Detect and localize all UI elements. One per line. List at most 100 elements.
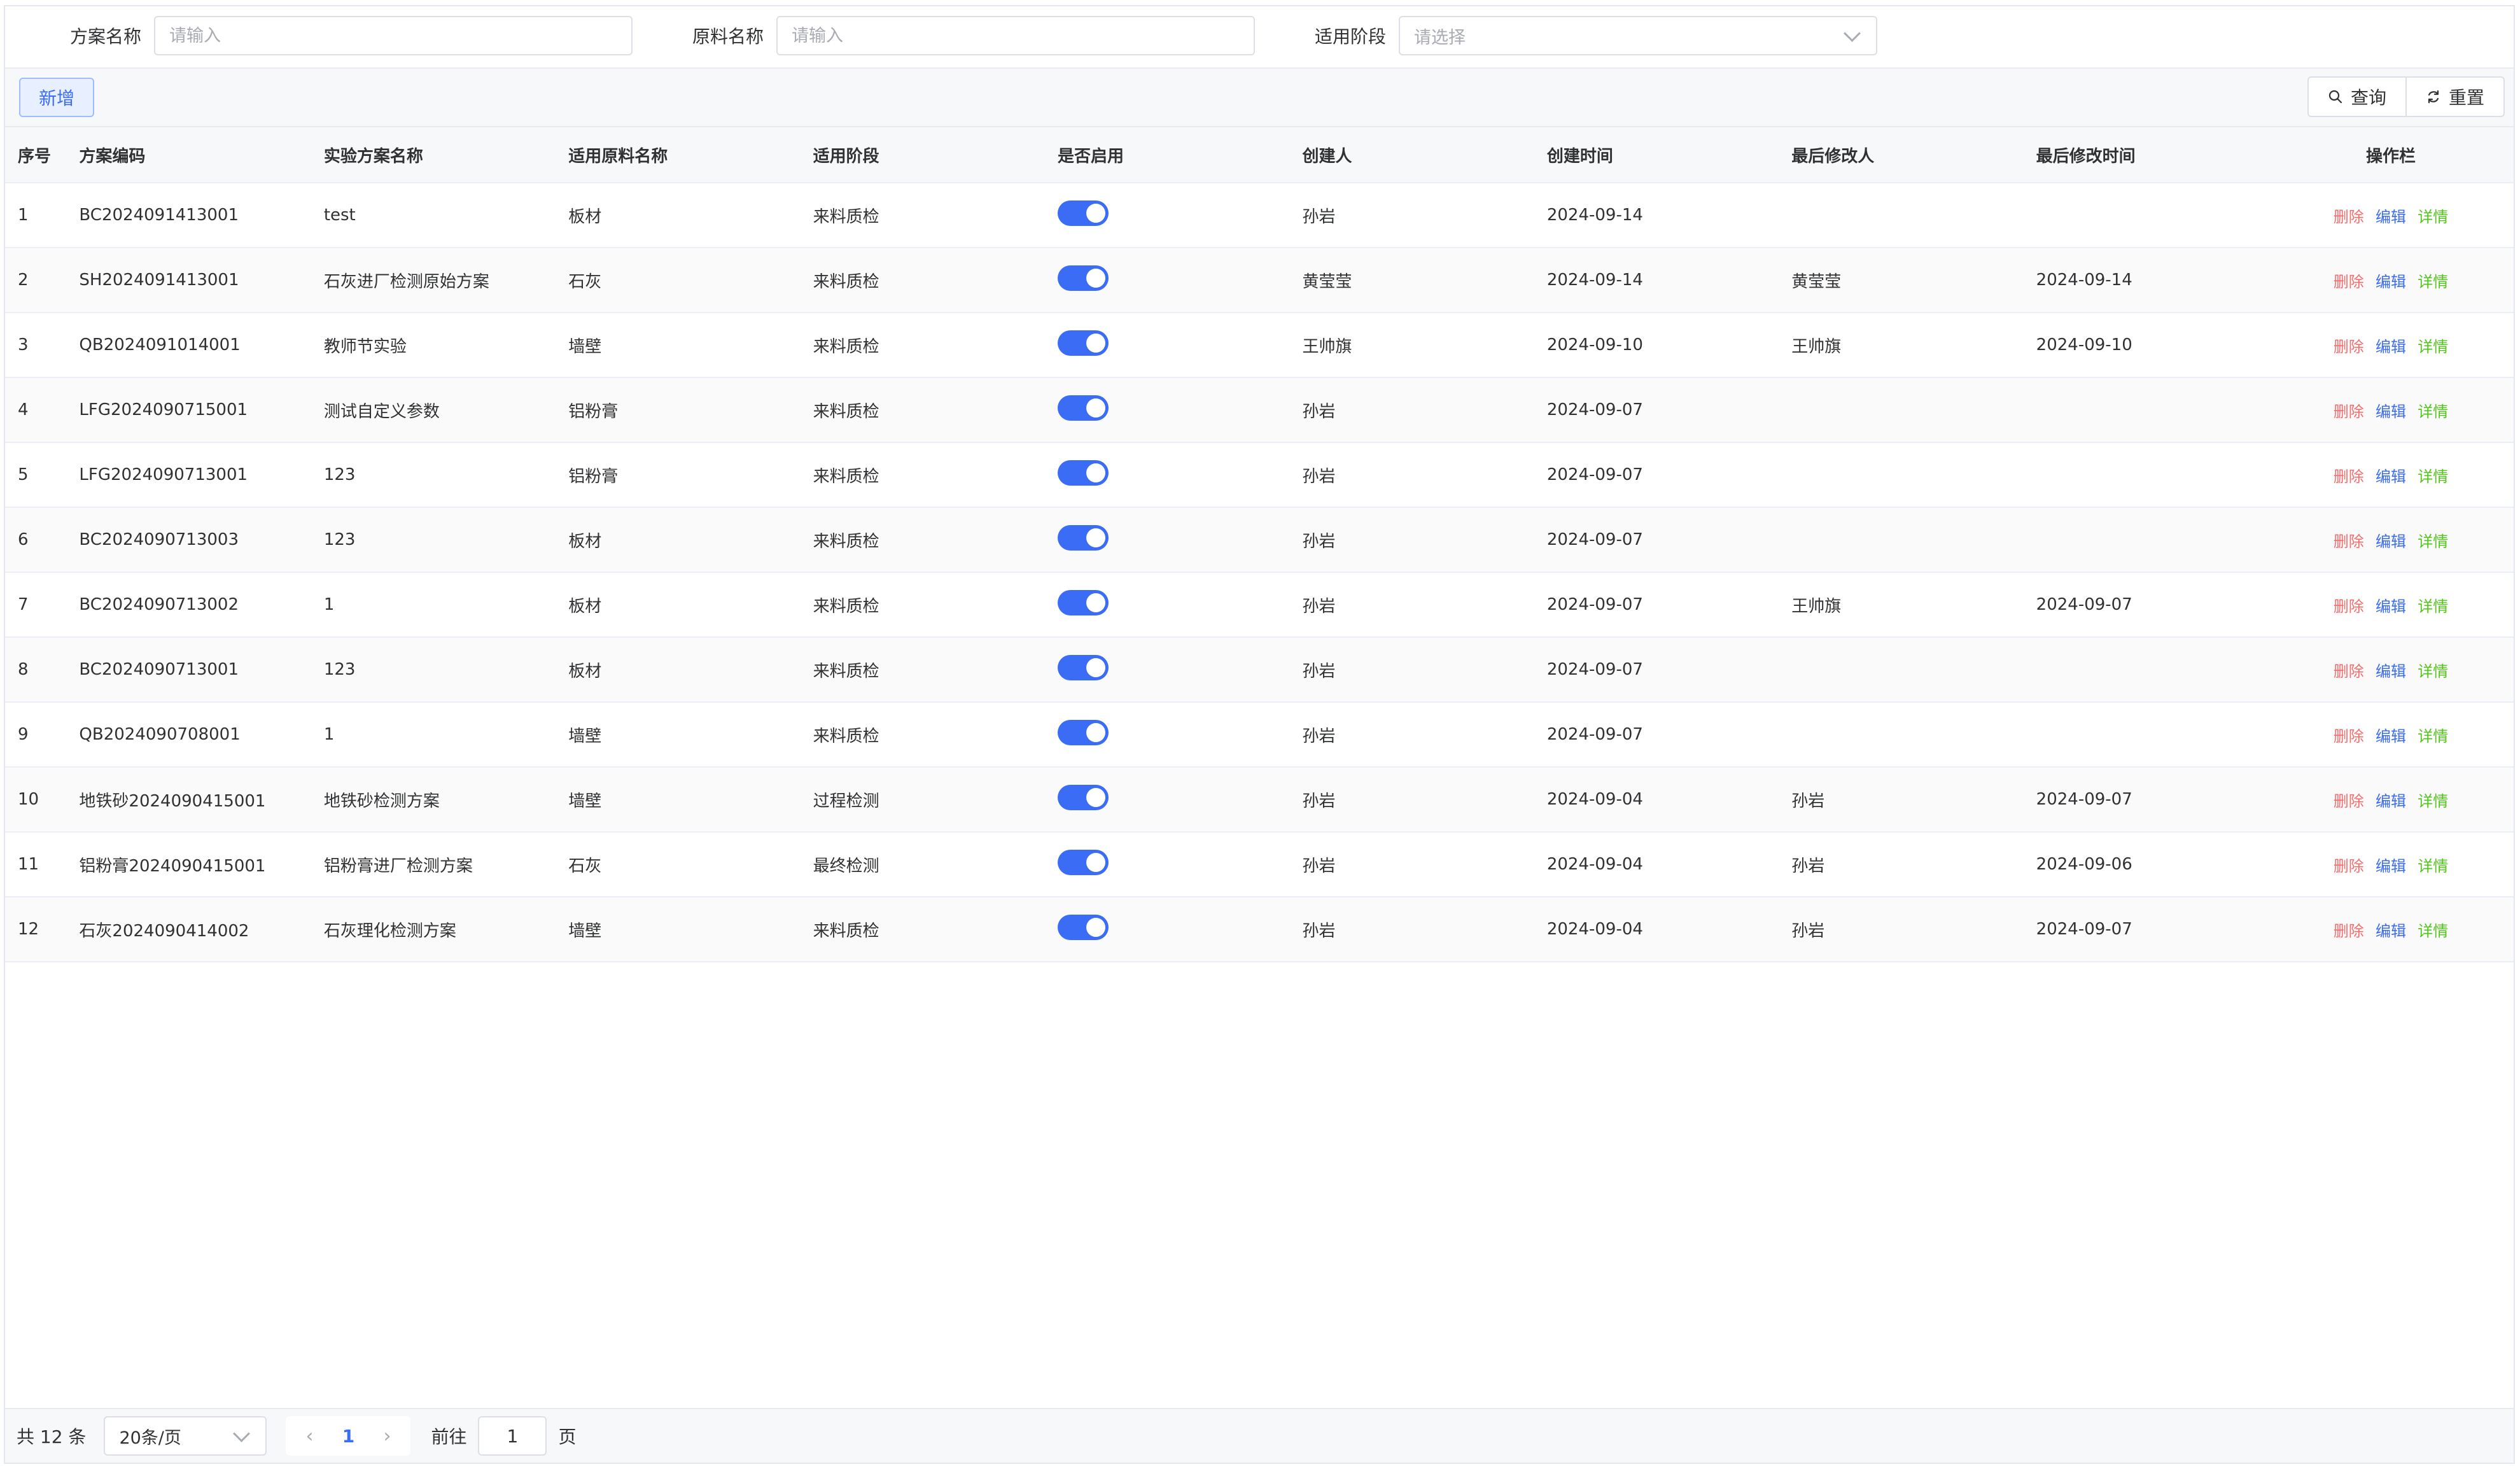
detail-link[interactable]: 详情	[2418, 663, 2448, 680]
delete-link[interactable]: 删除	[2334, 338, 2364, 356]
delete-link[interactable]: 删除	[2334, 208, 2364, 226]
detail-link[interactable]: 详情	[2418, 273, 2448, 291]
cell-created: 2024-09-07	[1546, 725, 1643, 744]
edit-link[interactable]: 编辑	[2376, 792, 2406, 810]
cell-created: 2024-09-07	[1546, 660, 1643, 679]
edit-link[interactable]: 编辑	[2376, 273, 2406, 291]
reset-button[interactable]: 重置	[2406, 76, 2505, 117]
total-count: 共 12 条	[17, 1426, 87, 1447]
enabled-switch[interactable]	[1058, 784, 1109, 810]
material-name-input[interactable]	[776, 16, 1256, 55]
cell-code: QB2024091014001	[79, 335, 241, 355]
cell-stage: 最终检测	[813, 856, 879, 876]
cell-material: 铝粉膏	[568, 402, 619, 421]
enabled-switch[interactable]	[1058, 589, 1109, 615]
cell-creator: 孙岩	[1302, 791, 1336, 811]
goto-page-input[interactable]	[478, 1416, 547, 1456]
detail-link[interactable]: 详情	[2418, 208, 2448, 226]
delete-link[interactable]: 删除	[2334, 727, 2364, 745]
query-button-label: 查询	[2350, 87, 2386, 108]
cell-modified: 2024-09-14	[2036, 271, 2132, 290]
detail-link[interactable]: 详情	[2418, 403, 2448, 421]
delete-link[interactable]: 删除	[2334, 468, 2364, 486]
cell-actions: 删除 编辑 详情	[2268, 529, 2514, 551]
enabled-switch[interactable]	[1058, 719, 1109, 745]
cell-created: 2024-09-10	[1546, 335, 1643, 355]
cell-name: 1	[323, 595, 335, 614]
detail-link[interactable]: 详情	[2418, 338, 2448, 356]
detail-link[interactable]: 详情	[2418, 468, 2448, 486]
cell-material: 石灰	[568, 856, 602, 876]
delete-link[interactable]: 删除	[2334, 533, 2364, 551]
cell-created: 2024-09-04	[1546, 855, 1643, 874]
header-index: 序号	[18, 146, 52, 166]
enabled-switch[interactable]	[1058, 200, 1109, 226]
enabled-switch[interactable]	[1058, 265, 1109, 291]
header-created: 创建时间	[1546, 146, 1613, 166]
edit-link[interactable]: 编辑	[2376, 208, 2406, 226]
edit-link[interactable]: 编辑	[2376, 338, 2406, 356]
delete-link[interactable]: 删除	[2334, 598, 2364, 615]
delete-link[interactable]: 删除	[2334, 792, 2364, 810]
cell-actions: 删除 编辑 详情	[2268, 659, 2514, 681]
cell-modified: 2024-09-06	[2036, 855, 2132, 874]
header-creator: 创建人	[1302, 146, 1352, 166]
table-body: 1 BC2024091413001 test 板材 来料质检 孙岩 2024-0…	[5, 183, 2514, 962]
page-size-select[interactable]: 20条/页	[104, 1416, 267, 1456]
detail-link[interactable]: 详情	[2418, 598, 2448, 615]
page-number-current[interactable]: 1	[325, 1426, 371, 1447]
edit-link[interactable]: 编辑	[2376, 533, 2406, 551]
delete-link[interactable]: 删除	[2334, 273, 2364, 291]
detail-link[interactable]: 详情	[2418, 857, 2448, 875]
enabled-switch[interactable]	[1058, 460, 1109, 486]
edit-link[interactable]: 编辑	[2376, 922, 2406, 940]
cell-code: 地铁砂2024090415001	[79, 791, 266, 811]
edit-link[interactable]: 编辑	[2376, 727, 2406, 745]
page-frame: 方案名称 原料名称 适用阶段 请选择 新增 查询	[4, 5, 2515, 1464]
enabled-switch[interactable]	[1058, 524, 1109, 551]
query-button[interactable]: 查询	[2307, 76, 2407, 117]
prev-page-icon[interactable]: ‹	[293, 1425, 325, 1447]
cell-created: 2024-09-14	[1546, 206, 1643, 225]
plan-name-field: 方案名称	[70, 15, 633, 56]
edit-link[interactable]: 编辑	[2376, 468, 2406, 486]
delete-link[interactable]: 删除	[2334, 922, 2364, 940]
cell-index: 1	[18, 206, 29, 225]
cell-creator: 孙岩	[1302, 207, 1336, 227]
table-row: 3 QB2024091014001 教师节实验 墙壁 来料质检 王帅旗 2024…	[5, 313, 2514, 378]
stage-select[interactable]: 请选择	[1399, 16, 1878, 55]
cell-enabled	[1045, 524, 1289, 555]
page-size-value: 20条/页	[119, 1428, 181, 1448]
edit-link[interactable]: 编辑	[2376, 403, 2406, 421]
detail-link[interactable]: 详情	[2418, 922, 2448, 940]
enabled-switch[interactable]	[1058, 330, 1109, 356]
detail-link[interactable]: 详情	[2418, 727, 2448, 745]
add-button[interactable]: 新增	[19, 78, 94, 117]
delete-link[interactable]: 删除	[2334, 663, 2364, 680]
enabled-switch[interactable]	[1058, 914, 1109, 940]
edit-link[interactable]: 编辑	[2376, 663, 2406, 680]
cell-created: 2024-09-14	[1546, 271, 1643, 290]
delete-link[interactable]: 删除	[2334, 403, 2364, 421]
cell-index: 7	[18, 595, 29, 614]
cell-material: 墙壁	[568, 791, 602, 811]
cell-actions: 删除 编辑 详情	[2268, 854, 2514, 876]
cell-stage: 过程检测	[813, 791, 879, 811]
delete-link[interactable]: 删除	[2334, 857, 2364, 875]
cell-material: 墙壁	[568, 337, 602, 356]
cell-index: 8	[18, 660, 29, 679]
cell-index: 9	[18, 725, 29, 744]
edit-link[interactable]: 编辑	[2376, 598, 2406, 615]
enabled-switch[interactable]	[1058, 654, 1109, 680]
switch-knob	[1086, 917, 1106, 937]
detail-link[interactable]: 详情	[2418, 533, 2448, 551]
enabled-switch[interactable]	[1058, 395, 1109, 421]
edit-link[interactable]: 编辑	[2376, 857, 2406, 875]
cell-enabled	[1045, 589, 1289, 620]
table-row: 11 铝粉膏2024090415001 铝粉膏进厂检测方案 石灰 最终检测 孙岩…	[5, 833, 2514, 897]
next-page-icon[interactable]: ›	[371, 1425, 403, 1447]
plan-name-input[interactable]	[154, 16, 633, 55]
cell-name: 123	[323, 465, 356, 484]
detail-link[interactable]: 详情	[2418, 792, 2448, 810]
enabled-switch[interactable]	[1058, 849, 1109, 875]
